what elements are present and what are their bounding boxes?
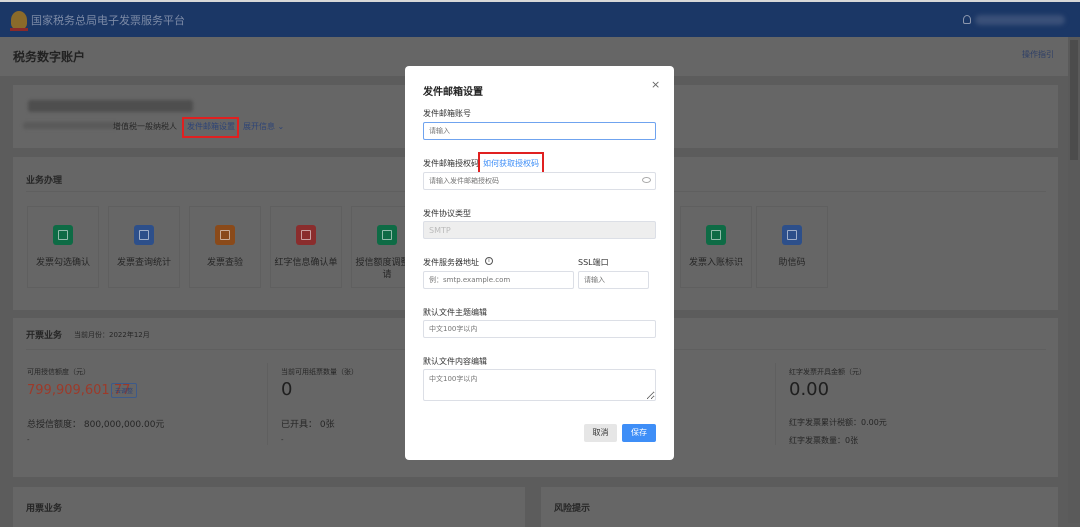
doc-check-icon xyxy=(296,225,316,245)
scrollbar-thumb[interactable] xyxy=(1070,40,1078,160)
highlight-box xyxy=(478,152,544,174)
paper-label: 当前可用纸票数量（张） xyxy=(281,368,358,376)
operation-guide-link[interactable]: 操作指引 xyxy=(1022,49,1054,60)
account-label: 发件邮箱账号 xyxy=(423,109,471,118)
red-count: 红字发票数量：0张 xyxy=(789,436,859,445)
tile-label: 助信码 xyxy=(778,258,806,268)
red-invoice-value: 0.00 xyxy=(789,379,830,400)
chevron-down-icon: ⌄ xyxy=(277,122,285,131)
tile-label: 发票勾选确认 xyxy=(35,258,90,268)
paper-value: 0 xyxy=(281,379,293,400)
highlight-box xyxy=(182,117,239,138)
tile-invoice-selection[interactable]: 发票勾选确认 xyxy=(27,206,99,288)
adjust-button[interactable]: 去调整 xyxy=(111,383,138,398)
business-title: 业务办理 xyxy=(26,176,63,186)
default-subject-input[interactable] xyxy=(423,320,656,338)
red-invoice-label: 红字发票开具金额（元） xyxy=(789,368,866,376)
usage-card: 用票业务 xyxy=(13,487,525,527)
emblem-logo-icon xyxy=(10,11,28,31)
risk-card: 风险提示 xyxy=(541,487,1058,527)
email-account-input[interactable] xyxy=(423,122,656,140)
auth-code-input[interactable] xyxy=(423,172,656,190)
qr-code-icon xyxy=(782,225,802,245)
tile-invoice-entry[interactable]: 发票入账标识 xyxy=(680,206,752,288)
close-icon[interactable]: × xyxy=(651,78,660,91)
subject-label: 默认文件主题编辑 xyxy=(423,308,487,317)
user-icon[interactable] xyxy=(963,15,971,24)
ssl-port-input[interactable] xyxy=(578,271,649,289)
server-label: 发件服务器地址 xyxy=(423,258,479,267)
tax-id-redacted xyxy=(23,122,118,129)
current-month: 当前月份：2022年12月 xyxy=(74,331,150,339)
total-credit: 总授信额度： 800,000,000.00元 xyxy=(27,420,165,430)
expand-info-link[interactable]: 展开信息 ⌄ xyxy=(243,121,284,132)
eye-icon[interactable] xyxy=(642,177,651,183)
taxpayer-type: 增值税一般纳税人 xyxy=(113,122,177,131)
protocol-select: SMTP xyxy=(423,221,656,239)
ticket-icon xyxy=(53,225,73,245)
dash: - xyxy=(27,436,30,444)
divider xyxy=(267,363,268,445)
edit-doc-icon xyxy=(377,225,397,245)
tile-label: 发票入账标识 xyxy=(688,258,743,268)
mail-settings-dialog: 发件邮箱设置 × 发件邮箱账号 发件邮箱授权码 如何获取授权码 发件协议类型 S… xyxy=(405,66,674,460)
divider xyxy=(775,363,776,445)
protocol-label: 发件协议类型 xyxy=(423,209,471,218)
entry-icon xyxy=(706,225,726,245)
info-icon[interactable]: i xyxy=(485,257,493,265)
content-label: 默认文件内容编辑 xyxy=(423,357,487,366)
tile-red-info[interactable]: 红字信息确认单 xyxy=(270,206,342,288)
expand-info-label: 展开信息 xyxy=(243,122,275,131)
user-name-redacted[interactable] xyxy=(975,15,1065,25)
company-name-redacted xyxy=(28,100,193,112)
page-title: 税务数字账户 xyxy=(13,50,86,64)
tile-invoice-verify[interactable]: 发票查验 xyxy=(189,206,261,288)
issued-count: 已开具： 0张 xyxy=(281,420,335,430)
usage-title: 用票业务 xyxy=(26,504,63,514)
top-header: 国家税务总局电子发票服务平台 xyxy=(0,0,1080,37)
search-doc-icon xyxy=(134,225,154,245)
invoicing-title: 开票业务 xyxy=(26,331,63,341)
tile-label: 发票查询统计 xyxy=(116,258,171,268)
dash: - xyxy=(281,436,284,444)
auth-code-label: 发件邮箱授权码 xyxy=(423,159,479,168)
tile-label: 红字信息确认单 xyxy=(274,258,338,268)
tile-label: 发票查验 xyxy=(206,258,243,268)
ssl-port-label: SSL端口 xyxy=(578,258,609,267)
red-tax: 红字发票累计税额：0.00元 xyxy=(789,418,887,427)
smtp-server-input[interactable] xyxy=(423,271,574,289)
tile-invoice-query[interactable]: 发票查询统计 xyxy=(108,206,180,288)
platform-title: 国家税务总局电子发票服务平台 xyxy=(31,14,185,27)
dialog-title: 发件邮箱设置 xyxy=(423,87,483,98)
credit-label: 可用授信额度（元） xyxy=(27,368,90,376)
ticket-check-icon xyxy=(215,225,235,245)
default-content-textarea[interactable] xyxy=(423,369,656,401)
risk-title: 风险提示 xyxy=(554,504,591,514)
save-button[interactable]: 保存 xyxy=(622,424,656,442)
tile-credit-code[interactable]: 助信码 xyxy=(756,206,828,288)
cancel-button[interactable]: 取消 xyxy=(584,424,617,442)
